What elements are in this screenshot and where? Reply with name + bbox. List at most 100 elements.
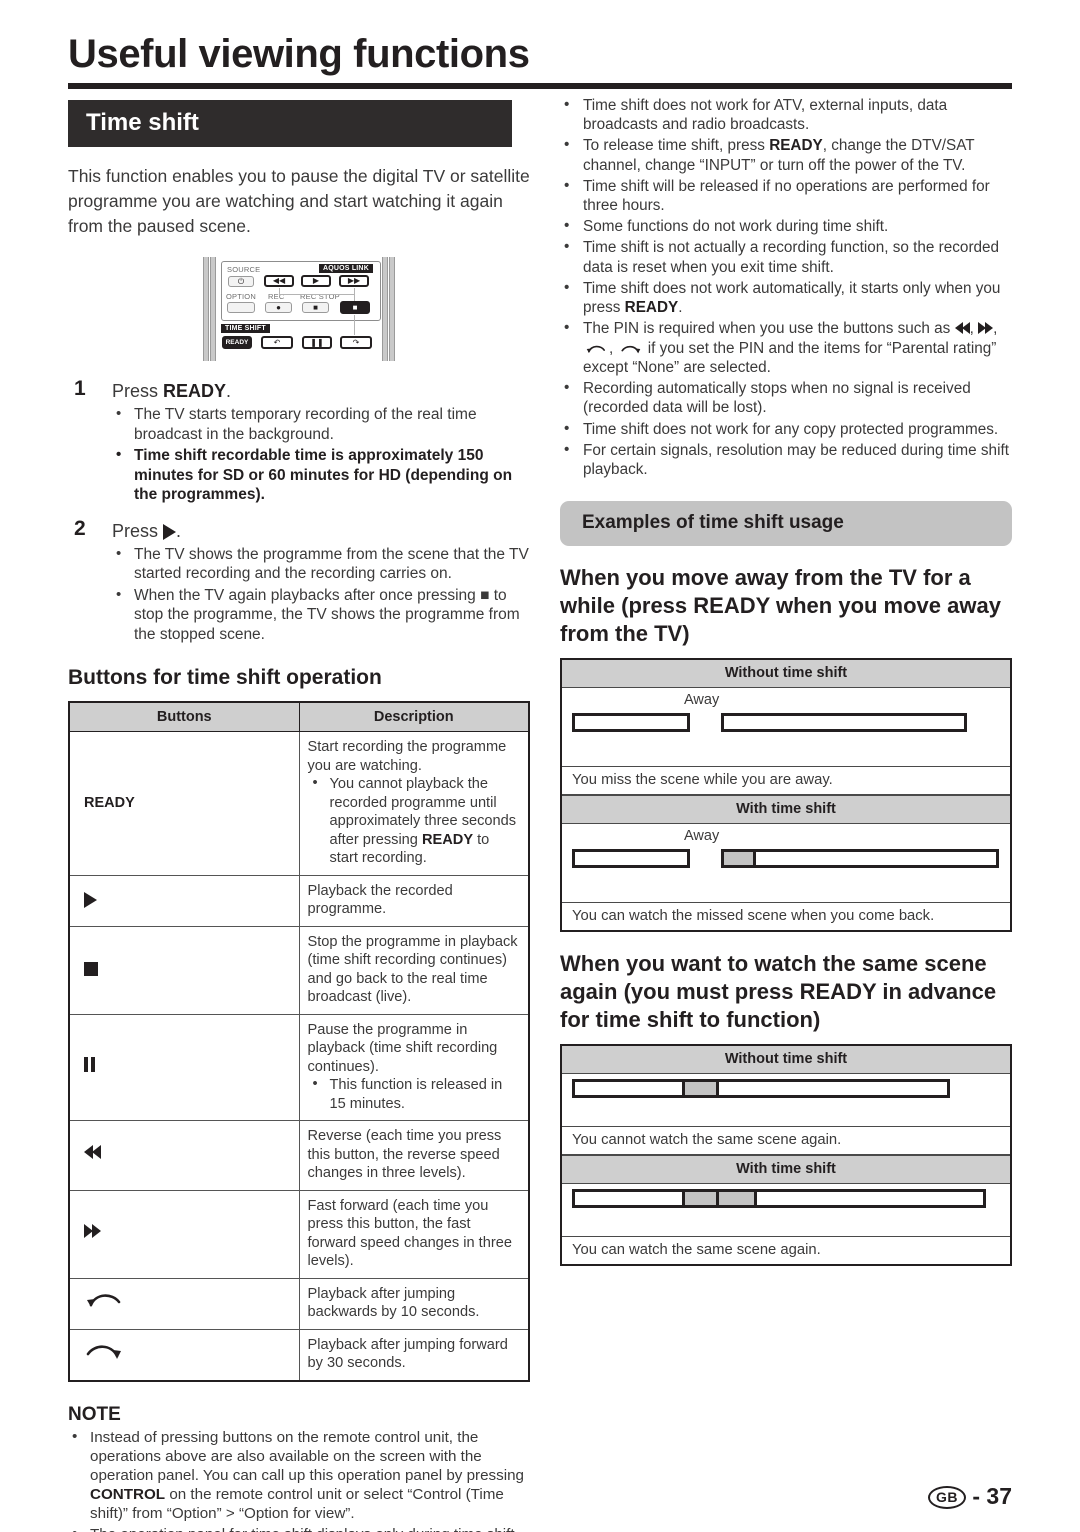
pause-icon — [84, 1056, 98, 1078]
desc-lead: Start recording the programme you are wa… — [307, 739, 507, 774]
table-row: Reverse (each time you press this button… — [68, 1120, 530, 1191]
section-header-time-shift: Time shift — [68, 100, 512, 147]
example-1-with-diagram: Away — [562, 824, 1010, 904]
intro-paragraph: This function enables you to pause the d… — [68, 166, 530, 236]
record-icon: ● — [276, 302, 281, 312]
rewind-icon — [954, 320, 970, 339]
timeline-segment-replay — [719, 1192, 757, 1206]
table-row: Fast forward (each time you press this b… — [68, 1189, 530, 1279]
table-cell-description: Start recording the programme you are wa… — [298, 731, 530, 876]
table-cell-button — [68, 925, 300, 1015]
example-2-without-header: Without time shift — [562, 1046, 1010, 1075]
remote-edge-right — [389, 257, 395, 361]
manual-page: Useful viewing functions Time shift This… — [0, 0, 1080, 1532]
pause-icon: ❚❚ — [310, 337, 324, 347]
step-2-bullet: When the TV again playbacks after once p… — [112, 585, 530, 645]
remote-connector-b — [279, 294, 355, 295]
timeline-before — [572, 849, 690, 869]
remote-play-button[interactable]: ▶ — [301, 275, 331, 287]
example-2-with-caption: You can watch the same scene again. — [572, 1242, 821, 1259]
fast-forward-icon — [978, 320, 994, 339]
remote-option-button[interactable] — [227, 302, 255, 313]
power-icon: ⏻ — [237, 276, 245, 286]
timeline-after — [721, 713, 967, 733]
desc-bullets: You cannot playback the recorded program… — [308, 774, 521, 868]
desc-lead: Pause the programme in playback (time sh… — [307, 1021, 498, 1075]
table-cell-button: READY — [68, 731, 300, 876]
page-number: 37 — [986, 1483, 1012, 1509]
remote-label-time-shift: TIME SHIFT — [221, 324, 270, 333]
table-row: Playback after jumping backwards by 10 s… — [68, 1277, 530, 1330]
rec-stop-icon: ■ — [313, 302, 318, 312]
play-icon — [84, 891, 97, 908]
step-1-bullet: Time shift recordable time is approximat… — [112, 445, 530, 505]
remote-rewind-button[interactable]: ◀◀ — [264, 275, 294, 287]
table-cell-description: Pause the programme in playback (time sh… — [298, 1013, 530, 1121]
notices-list: Time shift does not work for ATV, extern… — [560, 95, 1012, 479]
table-header-buttons: Buttons — [68, 701, 300, 732]
remote-ready-button[interactable]: READY — [222, 336, 252, 349]
example-1-with-caption: You can watch the missed scene when you … — [572, 908, 935, 925]
jump-forward-icon — [86, 1345, 121, 1360]
remote-edge-left — [203, 257, 209, 361]
table-cell-button — [68, 1013, 300, 1121]
table-cell-button — [68, 1277, 300, 1330]
title-rule — [68, 83, 1012, 89]
remote-pause-button[interactable]: ❚❚ — [302, 336, 332, 349]
remote-rec-button[interactable]: ● — [265, 302, 292, 313]
desc-bullet: This function is released in 15 minutes. — [308, 1075, 521, 1113]
desc-bullets: This function is released in 15 minutes. — [308, 1075, 521, 1113]
remote-stop-button[interactable]: ■ — [340, 301, 370, 314]
example-1-with-header: With time shift — [562, 795, 1010, 825]
remote-connector-d — [354, 315, 355, 335]
table-cell-button — [68, 1120, 300, 1191]
example-2-without-diagram — [562, 1074, 1010, 1128]
example-1-without-diagram: Away — [562, 688, 1010, 768]
example-2-box: Without time shift You cannot watch the … — [560, 1044, 1012, 1267]
remote-jump-forward-button[interactable]: ↷ — [340, 336, 372, 349]
rewind-icon — [84, 1145, 101, 1165]
remote-rec-stop-button[interactable]: ■ — [302, 302, 329, 313]
notice-item: Time shift does not work for any copy pr… — [560, 419, 1012, 439]
timeline-segment-scene — [682, 1082, 719, 1096]
note-item: The operation panel for time shift displ… — [68, 1524, 530, 1532]
note-item: Instead of pressing buttons on the remot… — [68, 1427, 530, 1523]
step-2-number: 2 — [74, 516, 86, 540]
notice-item: The PIN is required when you use the but… — [560, 318, 1012, 377]
desc-bullet: You cannot playback the recorded program… — [308, 774, 521, 868]
play-icon: ▶ — [312, 276, 320, 285]
step-2-bullets: The TV shows the programme from the scen… — [112, 544, 530, 645]
left-column: Time shift This function enables you to … — [68, 100, 530, 1532]
step-2-heading: Press . — [112, 519, 530, 543]
notice-item: Some functions do not work during time s… — [560, 216, 1012, 236]
example-2-without-caption: You cannot watch the same scene again. — [562, 1127, 1010, 1156]
step-1-heading: Press READY. — [112, 379, 530, 403]
away-label: Away — [684, 692, 720, 709]
remote-jump-back-button[interactable]: ↶ — [261, 336, 293, 349]
remote-fast-forward-button[interactable]: ▶▶ — [339, 275, 369, 287]
table-row: Playback the recorded programme. — [68, 874, 530, 927]
step-1-prefix: Press — [112, 381, 164, 401]
notice-item: Time shift does not work automatically, … — [560, 278, 1012, 317]
locale-badge: GB — [927, 1486, 966, 1510]
notice-item: To release time shift, press READY, chan… — [560, 135, 1012, 174]
page-title: Useful viewing functions — [68, 32, 530, 76]
table-row: Playback after jumping forward by 30 sec… — [68, 1328, 530, 1381]
remote-power-button[interactable]: ⏻ — [228, 276, 254, 287]
example-2-heading: When you want to watch the same scene ag… — [560, 951, 997, 1033]
step-1-suffix: . — [226, 381, 232, 401]
fast-forward-icon — [84, 1223, 101, 1244]
jump-forward-icon: ↷ — [352, 337, 360, 347]
table-row: READY Start recording the programme you … — [68, 731, 530, 876]
timeline-with-shift — [572, 1189, 986, 1209]
step-1-number: 1 — [74, 377, 86, 400]
timeline-after-with-shift — [721, 849, 999, 869]
example-2-with-header: With time shift — [562, 1155, 1010, 1185]
jump-forward-icon — [620, 345, 640, 354]
rewind-icon: ◀◀ — [272, 276, 286, 285]
table-cell-description: Playback the recorded programme. — [298, 874, 530, 927]
table-cell-button — [68, 1328, 300, 1381]
notice-item: Time shift will be released if no operat… — [560, 176, 1012, 215]
table-row: Pause the programme in playback (time sh… — [68, 1013, 530, 1121]
example-1-without-header: Without time shift — [562, 660, 1010, 689]
